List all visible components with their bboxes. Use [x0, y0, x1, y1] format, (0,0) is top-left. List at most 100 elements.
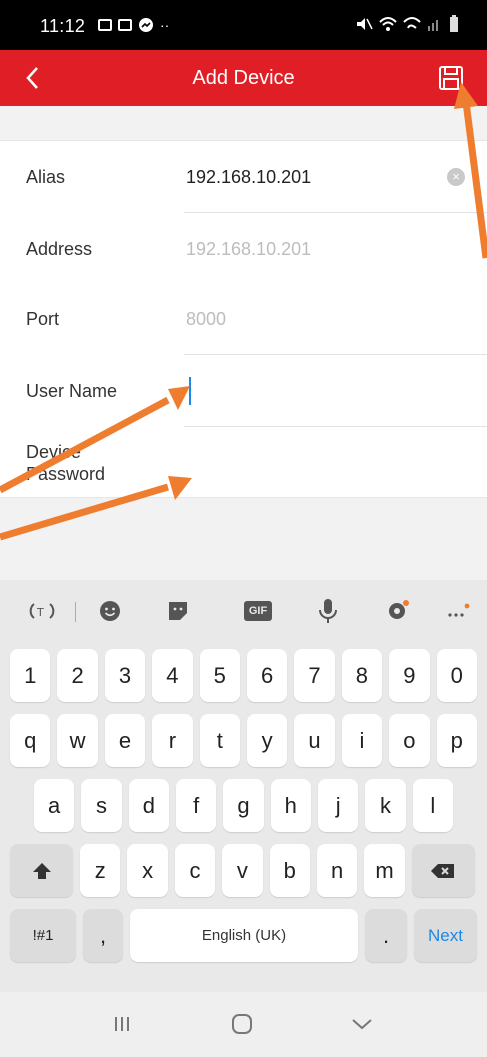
- keyboard: T GIF 1234567890 qwertyuiop asdfghjkl zx…: [0, 580, 487, 992]
- device-form: Alias 192.168.10.201 × Address 192.168.1…: [0, 140, 487, 498]
- settings-icon[interactable]: [378, 594, 418, 628]
- space-key[interactable]: English (UK): [130, 909, 358, 962]
- back-nav-button[interactable]: [332, 1006, 392, 1042]
- port-row: Port 8000: [0, 283, 487, 355]
- back-button[interactable]: [10, 56, 54, 100]
- more-notifications-icon: ··: [160, 17, 170, 33]
- alias-row: Alias 192.168.10.201 ×: [0, 141, 487, 213]
- key-z[interactable]: z: [80, 844, 121, 897]
- mute-icon: [357, 18, 373, 30]
- key-p[interactable]: p: [436, 714, 477, 767]
- save-button[interactable]: [433, 60, 469, 96]
- messenger-icon: [139, 18, 153, 32]
- clear-icon[interactable]: ×: [447, 168, 465, 186]
- recent-apps-icon: [115, 1017, 129, 1031]
- key-2[interactable]: 2: [57, 649, 98, 702]
- translate-icon[interactable]: T: [22, 594, 62, 628]
- key-r[interactable]: r: [152, 714, 193, 767]
- chevron-down-icon: [352, 1019, 372, 1030]
- key-0[interactable]: 0: [436, 649, 477, 702]
- battery-icon: [450, 15, 458, 32]
- mic-icon[interactable]: [308, 594, 348, 628]
- key-u[interactable]: u: [294, 714, 335, 767]
- key-q[interactable]: q: [10, 714, 51, 767]
- page-title: Add Device: [192, 67, 295, 89]
- keyboard-toolbar: T GIF: [0, 580, 487, 642]
- backspace-icon: [431, 863, 455, 878]
- text-cursor: [189, 377, 191, 405]
- emoji-icon[interactable]: [90, 594, 130, 628]
- number-row: 1234567890: [10, 649, 477, 702]
- signal-icon: [428, 20, 438, 31]
- next-key[interactable]: Next: [414, 909, 477, 962]
- svg-text:T: T: [36, 606, 44, 619]
- gif-icon[interactable]: GIF: [238, 594, 278, 628]
- key-i[interactable]: i: [341, 714, 383, 767]
- notification-icons: ··: [98, 17, 169, 33]
- app-header: Add Device: [0, 50, 487, 106]
- letter-row-2: asdfghjkl: [10, 779, 477, 832]
- key-8[interactable]: 8: [341, 649, 383, 702]
- navigation-bar: [0, 992, 487, 1057]
- key-b[interactable]: b: [269, 844, 310, 897]
- key-1[interactable]: 1: [10, 649, 51, 702]
- key-c[interactable]: c: [174, 844, 216, 897]
- status-time: 11:12: [40, 16, 86, 36]
- address-label: Address: [26, 239, 93, 259]
- device-password-label-line1: Device: [26, 442, 82, 462]
- address-row: Address 192.168.10.201: [0, 213, 487, 285]
- port-label: Port: [26, 309, 60, 329]
- user-name-row: User Name: [0, 355, 487, 427]
- symbols-key[interactable]: !#1: [10, 909, 76, 962]
- key-n[interactable]: n: [316, 844, 358, 897]
- device-password-row: Device Password: [0, 427, 487, 499]
- save-icon: [439, 66, 463, 90]
- key-k[interactable]: k: [365, 779, 406, 832]
- key-d[interactable]: d: [128, 779, 169, 832]
- key-y[interactable]: y: [246, 714, 288, 767]
- home-icon: [232, 1014, 252, 1034]
- key-f[interactable]: f: [175, 779, 217, 832]
- toolbar-divider: [75, 602, 76, 622]
- key-h[interactable]: h: [270, 779, 311, 832]
- app-notification-icon: [118, 19, 132, 31]
- comma-key[interactable]: ,: [83, 909, 123, 962]
- recent-apps-button[interactable]: [92, 1006, 152, 1042]
- user-name-label: User Name: [26, 381, 118, 401]
- key-l[interactable]: l: [412, 779, 453, 832]
- system-icons: [355, 15, 459, 33]
- more-icon[interactable]: [440, 594, 476, 628]
- key-s[interactable]: s: [81, 779, 122, 832]
- key-3[interactable]: 3: [104, 649, 146, 702]
- period-key[interactable]: .: [365, 909, 407, 962]
- sticker-icon[interactable]: [158, 594, 198, 628]
- key-a[interactable]: a: [34, 779, 75, 832]
- device-password-label-line2: Password: [26, 464, 106, 484]
- port-input[interactable]: 8000: [186, 309, 226, 330]
- key-m[interactable]: m: [364, 844, 405, 897]
- key-5[interactable]: 5: [199, 649, 240, 702]
- chevron-left-icon: [26, 67, 38, 89]
- key-v[interactable]: v: [222, 844, 263, 897]
- backspace-key[interactable]: [411, 844, 475, 897]
- key-j[interactable]: j: [317, 779, 359, 832]
- key-g[interactable]: g: [223, 779, 264, 832]
- device-password-label: Device Password: [26, 441, 105, 485]
- key-w[interactable]: w: [57, 714, 98, 767]
- key-9[interactable]: 9: [389, 649, 430, 702]
- alias-input[interactable]: 192.168.10.201: [186, 167, 311, 188]
- letter-row-1: qwertyuiop: [10, 714, 477, 767]
- key-4[interactable]: 4: [152, 649, 193, 702]
- key-o[interactable]: o: [389, 714, 430, 767]
- address-input[interactable]: 192.168.10.201: [186, 239, 311, 260]
- home-button[interactable]: [212, 1006, 272, 1042]
- key-x[interactable]: x: [127, 844, 168, 897]
- letter-row-3: zxcvbnm: [10, 844, 477, 897]
- key-t[interactable]: t: [199, 714, 240, 767]
- gif-label: GIF: [243, 601, 273, 621]
- key-7[interactable]: 7: [294, 649, 335, 702]
- shift-key[interactable]: [10, 844, 73, 897]
- status-bar: 11:12 ··: [0, 0, 487, 50]
- key-6[interactable]: 6: [246, 649, 288, 702]
- key-e[interactable]: e: [104, 714, 146, 767]
